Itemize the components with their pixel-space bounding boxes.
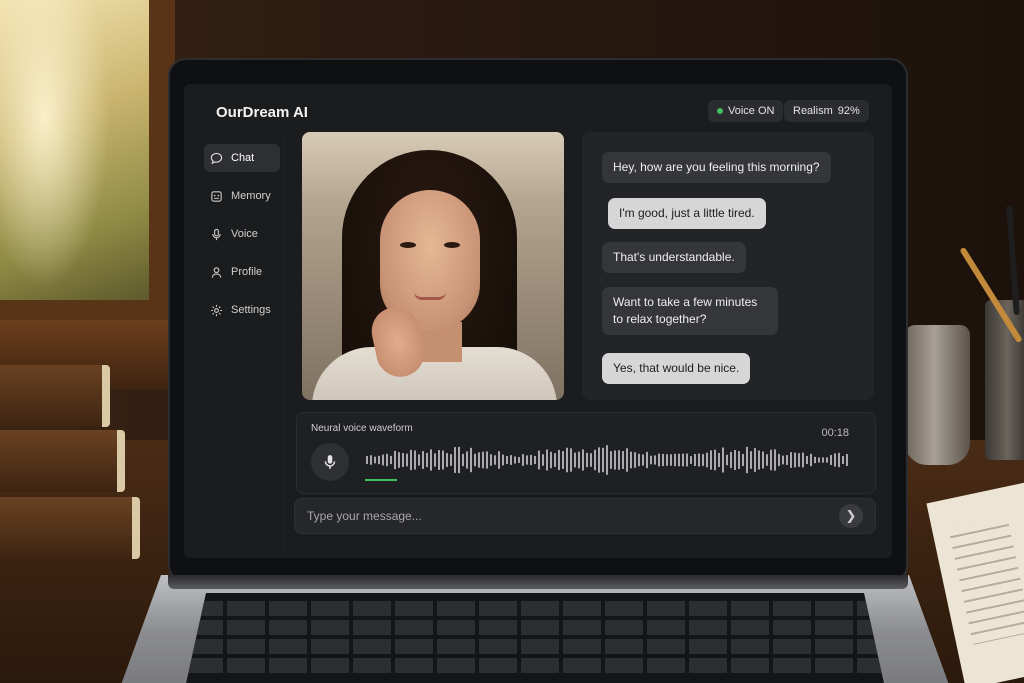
ai-message: Want to take a few minutes to relax toge… (602, 287, 778, 335)
send-arrow-icon: ❯ (845, 508, 857, 523)
memory-icon (210, 190, 223, 203)
ai-message: Hey, how are you feeling this morning? (602, 152, 831, 183)
sidebar-item-label: Settings (231, 304, 271, 316)
book (0, 430, 125, 492)
app-title: OurDream AI (216, 104, 308, 121)
message-composer: ❯ (294, 498, 876, 534)
sidebar-item-settings[interactable]: Settings (204, 296, 280, 324)
user-message: I'm good, just a little tired. (608, 198, 766, 229)
playback-progress-track[interactable] (365, 479, 525, 481)
sidebar-item-label: Voice (231, 228, 258, 240)
avatar-eye (400, 242, 416, 248)
book (0, 365, 110, 427)
microphone-button[interactable] (311, 443, 349, 481)
playback-progress-fill (365, 479, 397, 481)
ai-message: That's understandable. (602, 242, 746, 273)
waveform-label: Neural voice waveform (311, 423, 413, 434)
key-row (185, 601, 885, 616)
realism-badge: Realism 92% (784, 100, 869, 122)
sidebar-divider (284, 134, 285, 554)
key-row (185, 639, 885, 654)
key-row (185, 658, 885, 673)
user-icon (210, 266, 223, 279)
message-input[interactable] (307, 509, 839, 523)
sidebar-item-chat[interactable]: Chat (204, 144, 280, 172)
window-light (0, 0, 110, 290)
gear-icon (210, 304, 223, 317)
realism-value: 92% (837, 105, 860, 117)
voice-status-dot (717, 108, 723, 114)
pencil-holder (985, 300, 1024, 460)
voice-status-label: Voice ON (728, 105, 775, 117)
sidebar-item-voice[interactable]: Voice (204, 220, 280, 248)
voice-status-badge[interactable]: Voice ON (708, 100, 784, 122)
avatar-smile (414, 292, 446, 300)
pen (1006, 204, 1020, 316)
microphone-icon (324, 455, 336, 469)
chat-bubble-icon (210, 152, 223, 165)
sidebar-item-label: Memory (231, 190, 271, 202)
sidebar-item-label: Profile (231, 266, 263, 278)
sidebar-item-profile[interactable]: Profile (204, 258, 280, 286)
send-button[interactable]: ❯ (839, 504, 863, 528)
voice-waveform-panel: Neural voice waveform 00:18 (296, 412, 876, 494)
app-screen: OurDream AI Voice ON Realism 92% Chat Me… (184, 84, 892, 558)
waveform-graphic (366, 445, 848, 475)
realism-label: Realism (793, 105, 833, 117)
sidebar: Chat Memory Voice Profile Settings (204, 144, 280, 334)
sidebar-item-memory[interactable]: Memory (204, 182, 280, 210)
user-message: Yes, that would be nice. (602, 353, 751, 384)
sidebar-item-label: Chat (231, 152, 255, 164)
avatar-eye (444, 242, 460, 248)
laptop-hinge (168, 575, 908, 589)
laptop-keyboard (185, 593, 885, 683)
microphone-icon (210, 228, 223, 241)
avatar-video-feed (302, 132, 564, 400)
key-row (185, 620, 885, 635)
book (0, 497, 140, 559)
mug (905, 325, 970, 465)
waveform-timer: 00:18 (821, 427, 849, 439)
chat-panel: Hey, how are you feeling this morning? I… (582, 132, 874, 400)
